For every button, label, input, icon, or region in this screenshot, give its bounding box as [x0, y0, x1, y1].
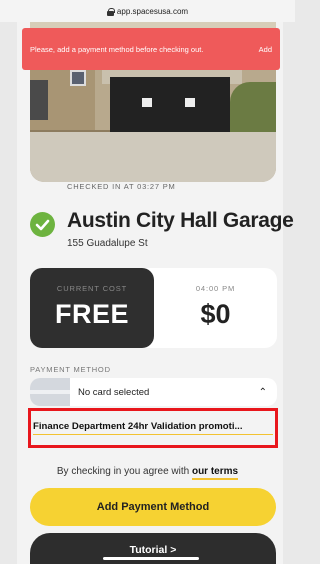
error-toast: Please, add a payment method before chec…	[22, 28, 280, 70]
promo-validation[interactable]: Finance Department 24hr Validation promo…	[28, 408, 278, 448]
promo-text: Finance Department 24hr Validation promo…	[33, 421, 273, 435]
lock-icon	[106, 7, 115, 16]
address-bar[interactable]: app.spacesusa.com	[0, 0, 295, 22]
selected-card-text: No card selected	[78, 386, 150, 398]
checkin-status: CHECKED IN AT 03:27 PM	[67, 182, 176, 191]
check-circle-icon	[30, 212, 55, 237]
chevron-up-icon: ⌃	[258, 386, 267, 398]
current-cost-panel: CURRENT COST FREE	[30, 268, 154, 348]
garage-name: Austin City Hall Garage	[67, 209, 294, 232]
current-cost-value: FREE	[54, 299, 129, 329]
add-payment-method-button[interactable]: Add Payment Method	[30, 488, 276, 526]
chevron-right-icon: >	[170, 544, 177, 556]
url-text: app.spacesusa.com	[116, 6, 189, 16]
home-indicator	[103, 557, 199, 560]
projected-cost-value: $0	[200, 299, 231, 329]
projected-cost-panel: 04:00 PM $0	[154, 268, 277, 348]
payment-method-label: PAYMENT METHOD	[30, 365, 111, 374]
terms-prefix: By checking in you agree with	[56, 466, 192, 477]
tutorial-label: Tutorial	[129, 544, 168, 556]
card-icon	[30, 378, 70, 406]
terms-text: By checking in you agree with our terms	[0, 466, 295, 480]
payment-method-select[interactable]: No card selected ⌃	[30, 378, 277, 406]
projected-time-label: 04:00 PM	[195, 284, 236, 293]
terms-link[interactable]: our terms	[191, 466, 239, 480]
cost-card: CURRENT COST FREE 04:00 PM $0	[30, 268, 277, 348]
toast-message: Please, add a payment method before chec…	[30, 44, 204, 54]
toast-add-button[interactable]: Add	[259, 45, 272, 54]
current-cost-label: CURRENT COST	[56, 284, 128, 293]
garage-address: 155 Guadalupe St	[67, 238, 148, 249]
